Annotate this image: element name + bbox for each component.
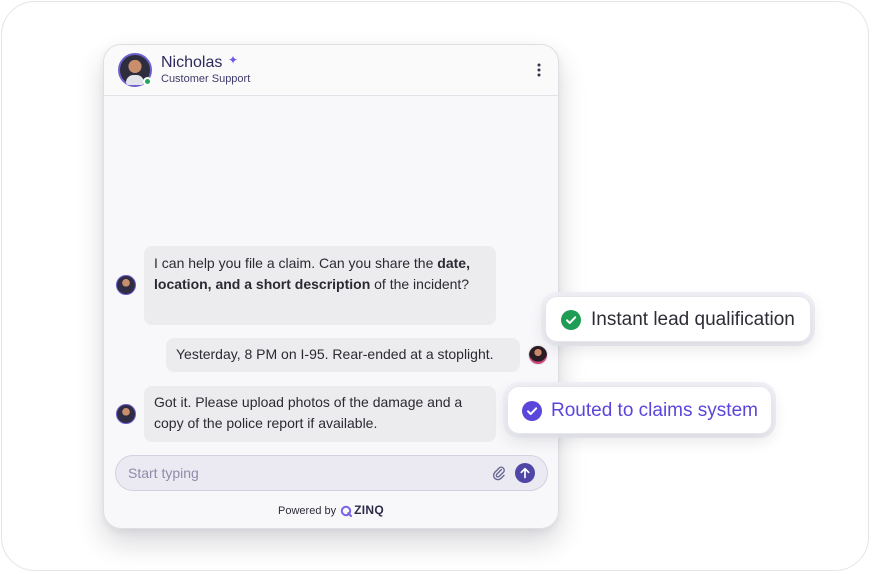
paperclip-icon <box>492 466 505 481</box>
powered-by-label: Powered by <box>278 505 337 517</box>
agent-name: Nicholas <box>161 54 223 71</box>
avatar-shirt <box>126 75 144 85</box>
powered-by-footer: Powered by ZINQ <box>104 503 558 519</box>
badge-label: Routed to claims system <box>551 400 758 421</box>
sparkle-icon: ✦ <box>228 53 239 67</box>
attach-button[interactable] <box>490 464 508 482</box>
arrow-up-icon <box>520 467 530 479</box>
feature-badge-claims-routing: Routed to claims system <box>507 386 772 434</box>
zinq-logo-icon <box>340 505 353 517</box>
online-status-indicator <box>143 77 152 86</box>
agent-role: Customer Support <box>161 73 251 85</box>
feature-badge-lead-qualification: Instant lead qualification <box>545 296 811 342</box>
more-options-button[interactable] <box>534 60 544 80</box>
agent-message-avatar <box>116 404 136 424</box>
message-composer <box>115 455 548 491</box>
check-circle-icon <box>561 310 581 330</box>
chat-header: Nicholas ✦ Customer Support <box>104 45 558 96</box>
agent-message: I can help you file a claim. Can you sha… <box>144 246 496 325</box>
agent-message-avatar <box>116 275 136 295</box>
check-circle-icon <box>522 401 542 421</box>
agent-message: Got it. Please upload photos of the dama… <box>144 386 496 442</box>
send-button[interactable] <box>515 463 535 483</box>
message-text: of the incident? <box>370 276 470 292</box>
brand-name[interactable]: ZINQ <box>354 503 384 517</box>
chat-widget: Nicholas ✦ Customer Support I can help y… <box>103 44 559 529</box>
message-text: I can help you file a claim. Can you sha… <box>154 255 438 271</box>
user-message: Yesterday, 8 PM on I-95. Rear-ended at a… <box>166 338 520 372</box>
kebab-menu-icon <box>537 63 541 77</box>
badge-label: Instant lead qualification <box>591 309 795 330</box>
user-avatar <box>528 345 548 365</box>
message-input[interactable] <box>128 463 468 483</box>
